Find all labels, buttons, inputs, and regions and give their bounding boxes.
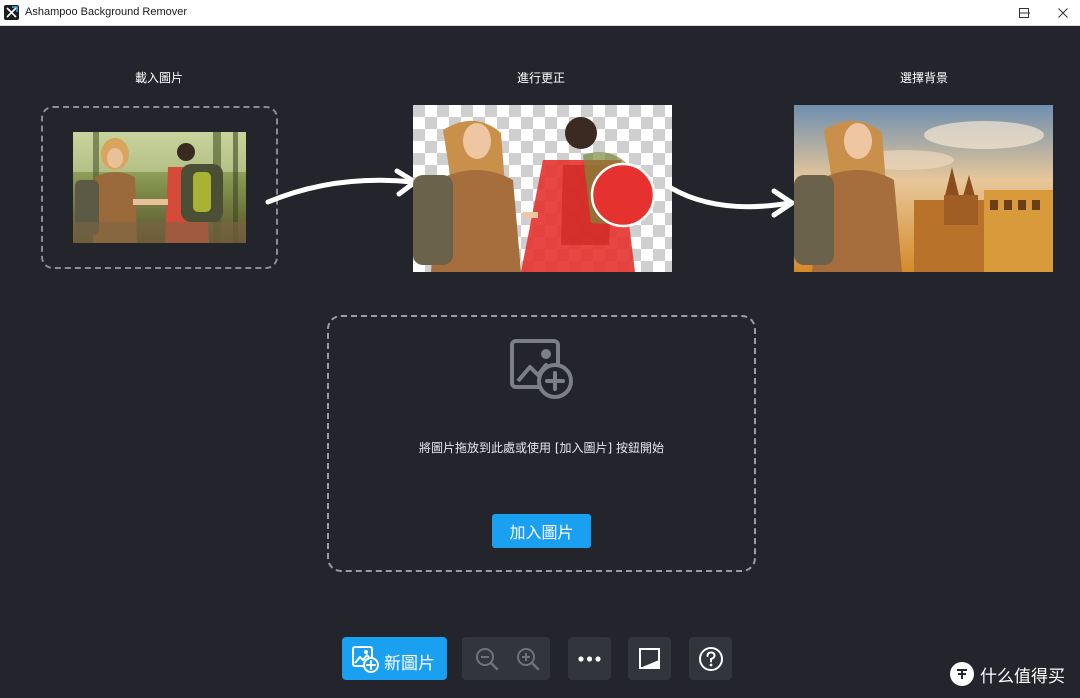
step-correct-photo <box>413 105 672 272</box>
add-image-button[interactable]: 加入圖片 <box>492 514 591 548</box>
app-logo-icon <box>4 5 19 20</box>
new-image-icon <box>352 646 379 673</box>
step-load-label: 載入圖片 <box>134 71 183 85</box>
close-icon <box>1058 8 1068 18</box>
step-load-photo <box>73 132 246 243</box>
window-title: Ashampoo Background Remover <box>25 6 188 18</box>
step-correct-label: 進行更正 <box>516 71 565 85</box>
maximize-button[interactable] <box>1007 0 1041 25</box>
watermark: 什么值得买 <box>950 660 1065 688</box>
more-icon <box>578 656 601 662</box>
drop-instruction: 將圖片拖放到此處或使用 [加入圖片] 按鈕開始 <box>419 441 664 455</box>
arrow-right-icon <box>668 185 795 218</box>
title-bar: Ashampoo Background Remover <box>0 0 1080 26</box>
maximize-icon <box>1019 8 1029 18</box>
watermark-text: 什么值得买 <box>980 666 1065 687</box>
help-icon <box>699 647 723 671</box>
help-button[interactable] <box>689 637 732 680</box>
close-button[interactable] <box>1046 0 1080 25</box>
zoom-group <box>462 637 550 680</box>
add-image-icon <box>510 339 573 399</box>
zoom-in-icon[interactable] <box>515 646 541 672</box>
new-image-button[interactable]: 新圖片 <box>342 637 447 680</box>
step-background-label: 選擇背景 <box>899 71 948 85</box>
new-image-label: 新圖片 <box>384 654 435 674</box>
watermark-logo-icon <box>950 662 974 686</box>
compare-icon <box>639 648 660 669</box>
zoom-out-icon[interactable] <box>474 646 500 672</box>
arrow-right-icon <box>265 168 418 205</box>
step-background-photo <box>794 105 1053 272</box>
compare-button[interactable] <box>628 637 671 680</box>
more-button[interactable] <box>568 637 611 680</box>
